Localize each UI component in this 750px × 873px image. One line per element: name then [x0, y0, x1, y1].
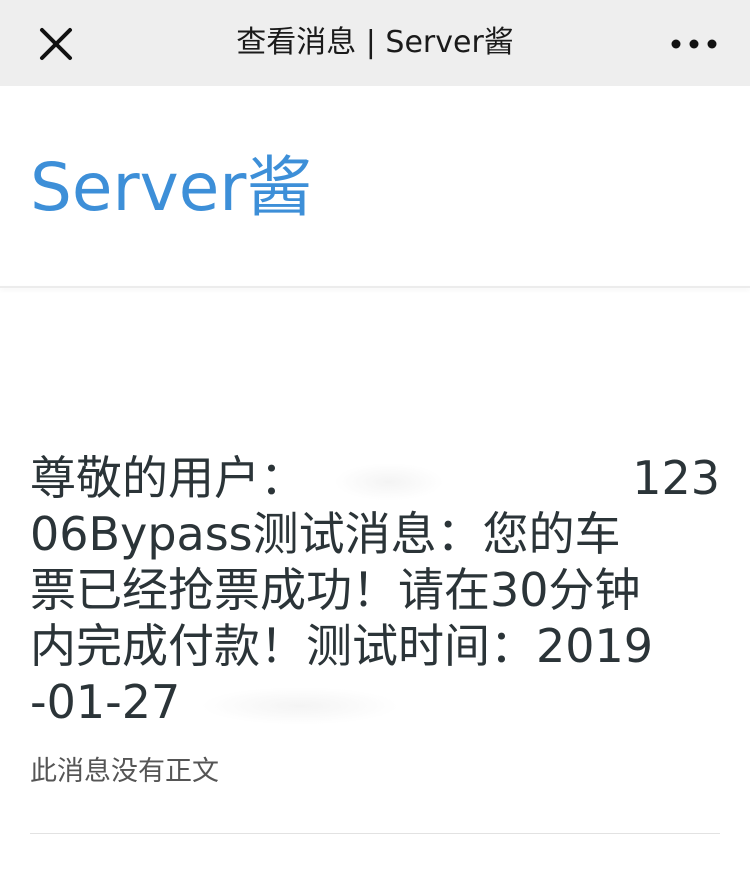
top-navigation-bar: 查看消息 | Server酱 — [0, 0, 750, 86]
message-line-3: 票已经抢票成功！请在30分钟 — [30, 563, 641, 617]
message-date: -01-27 — [30, 675, 181, 729]
close-button[interactable] — [34, 22, 78, 66]
greeting-label: 尊敬的用户： — [30, 451, 306, 505]
no-body-note: 此消息没有正文 — [30, 756, 219, 787]
message-line-2: 06Bypass测试消息：您的车 — [30, 507, 621, 561]
redacted-user-blur — [334, 462, 444, 501]
brand-title: Server酱 — [30, 149, 313, 226]
close-icon — [40, 28, 72, 60]
message-line-4: 内完成付款！测试时间：2019 — [30, 619, 654, 673]
message-content: 尊敬的用户： 123 06Bypass测试消息：您的车 票已经抢票成功！请在30… — [30, 450, 720, 730]
message-number-fragment: 123 — [632, 451, 720, 505]
page-title: 查看消息 | Server酱 — [236, 25, 514, 60]
message-line-1: 尊敬的用户： 123 — [30, 450, 720, 506]
section-divider — [0, 286, 750, 288]
redacted-time-blur — [200, 686, 401, 725]
bottom-divider — [30, 833, 720, 834]
message-line-5: -01-27 — [30, 674, 720, 730]
more-icon — [671, 39, 717, 49]
more-options-button[interactable] — [666, 22, 722, 66]
